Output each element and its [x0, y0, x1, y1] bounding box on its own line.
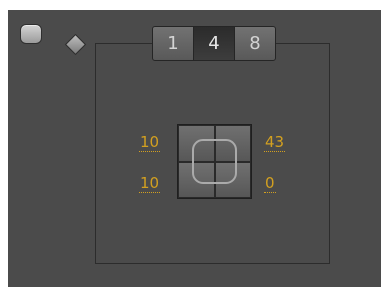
tab-4[interactable]: 4 — [193, 26, 235, 61]
top-left-value[interactable]: 10 — [139, 134, 161, 152]
diamond-icon[interactable] — [64, 33, 87, 56]
corner-bottom-right-button[interactable] — [214, 161, 251, 198]
corner-top-left-button[interactable] — [178, 125, 215, 162]
corner-count-tabs: 1 4 8 — [152, 26, 276, 61]
bottom-left-value[interactable]: 10 — [139, 175, 161, 193]
top-right-value[interactable]: 43 — [264, 134, 286, 152]
tab-1[interactable]: 1 — [152, 26, 194, 61]
bottom-right-value[interactable]: 0 — [264, 175, 276, 193]
rounded-square-icon[interactable] — [20, 24, 42, 44]
tab-8[interactable]: 8 — [234, 26, 276, 61]
corner-grid — [177, 124, 252, 199]
corner-radius-panel: 1 4 8 10 43 10 0 — [8, 10, 381, 287]
corner-top-right-button[interactable] — [214, 125, 251, 162]
corner-bottom-left-button[interactable] — [178, 161, 215, 198]
